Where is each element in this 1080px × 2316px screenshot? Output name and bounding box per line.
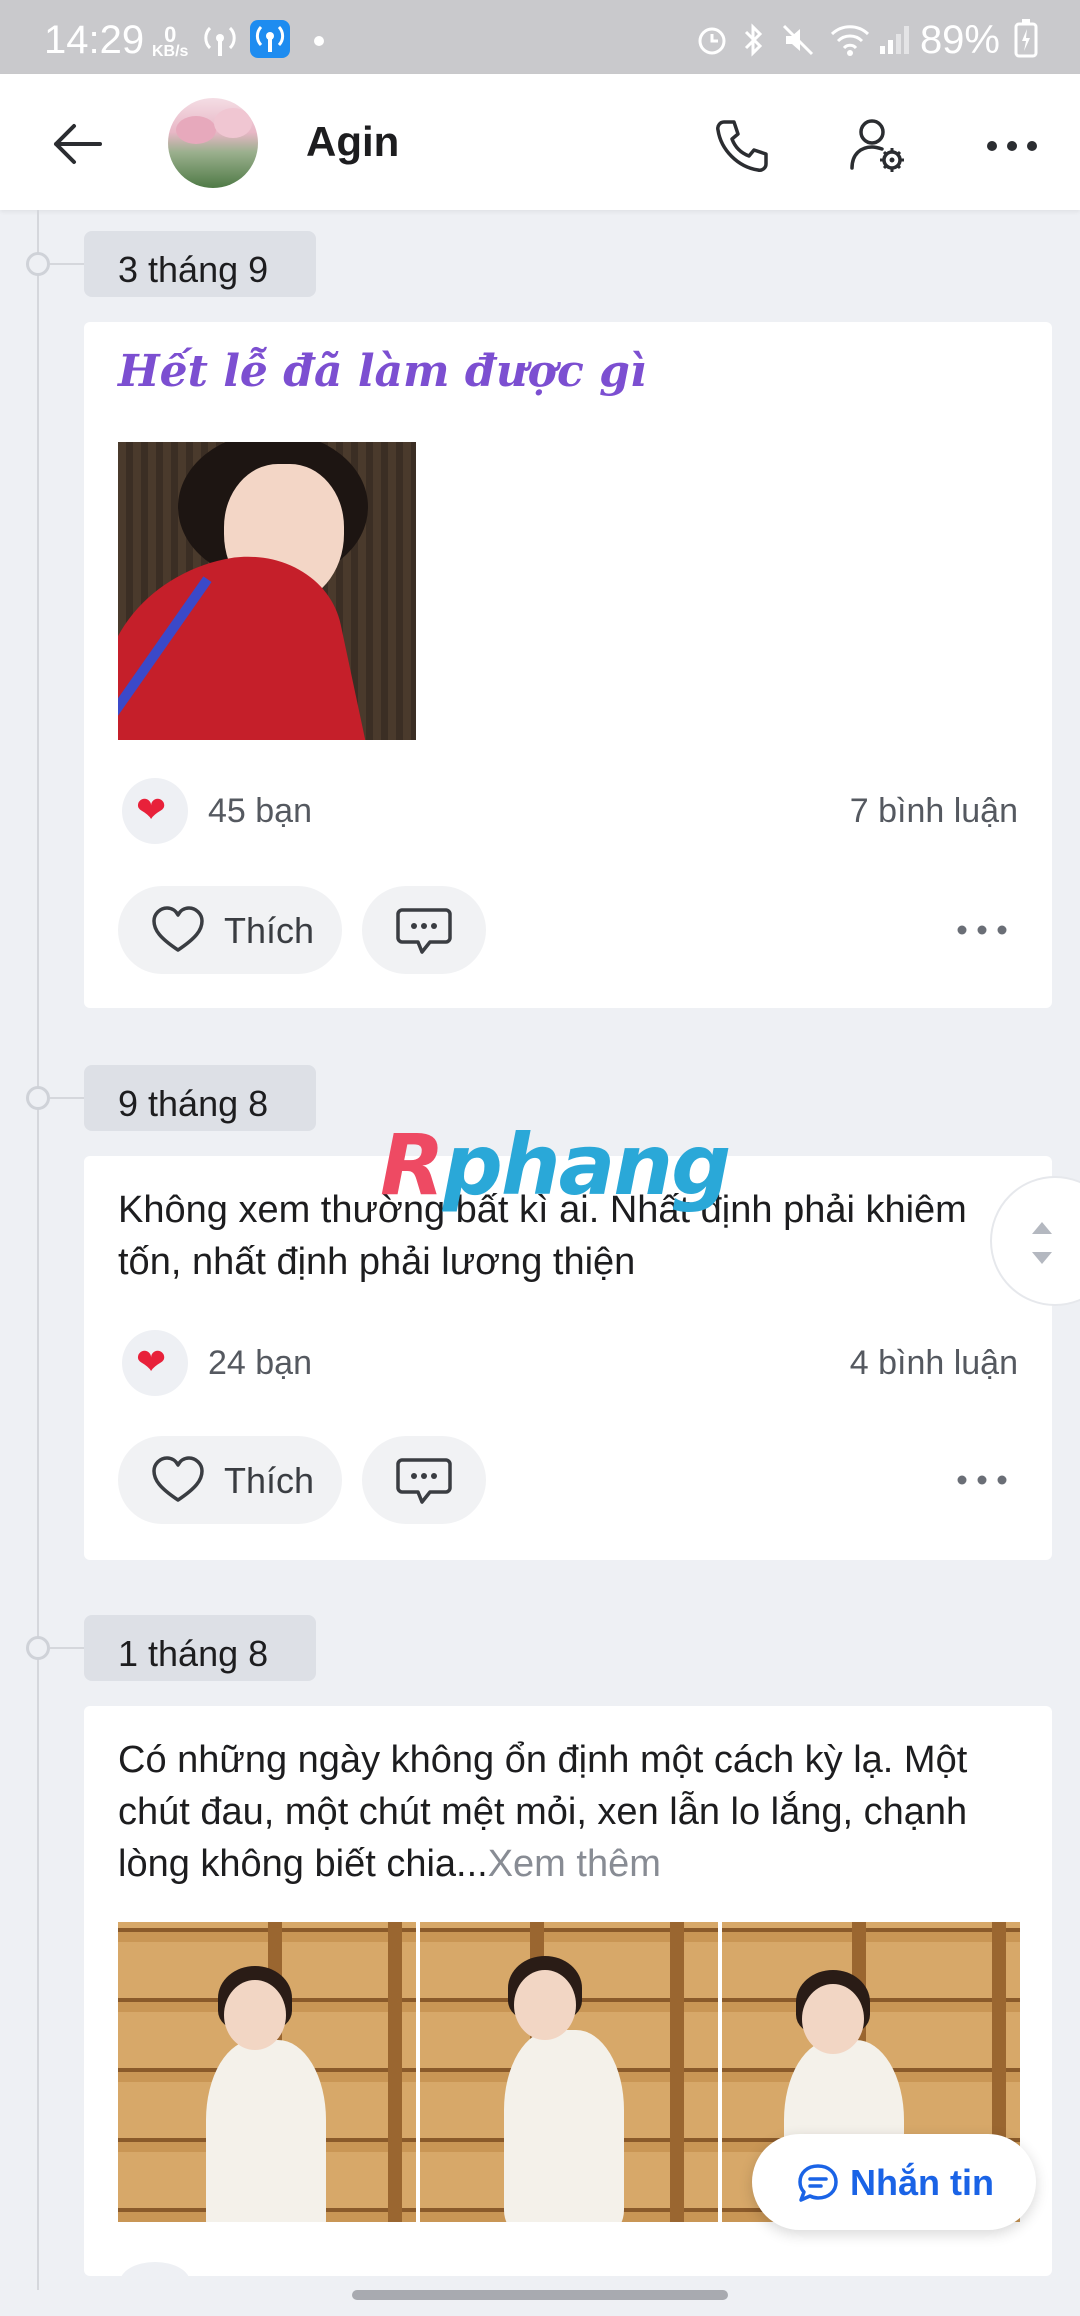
- comment-button[interactable]: [362, 1436, 486, 1524]
- reaction-summary: ❤ 45 bạn 7 bình luận: [118, 778, 1018, 844]
- scroll-down-icon[interactable]: [1032, 1252, 1052, 1264]
- timeline-node: [26, 1086, 50, 1110]
- more-horizontal-icon[interactable]: [980, 114, 1044, 178]
- back-button[interactable]: [48, 114, 108, 174]
- home-indicator[interactable]: [352, 2290, 728, 2300]
- reaction-summary: ❤ 24 bạn 4 bình luận: [118, 1330, 1018, 1396]
- heart-outline-icon: [152, 1456, 204, 1502]
- signal-icon: [880, 26, 909, 54]
- post-date: 9 tháng 8: [84, 1065, 316, 1131]
- send-message-label: Nhắn tin: [850, 2162, 994, 2203]
- gallery-photo[interactable]: [420, 1922, 718, 2222]
- gallery-photo[interactable]: [118, 1922, 416, 2222]
- mute-icon: [782, 24, 814, 56]
- comment-icon: [396, 908, 452, 954]
- timeline-node: [26, 1636, 50, 1660]
- app-header: Agin: [0, 74, 1080, 210]
- contact-name[interactable]: Agin: [306, 118, 399, 166]
- next-post-avatar: [120, 2262, 190, 2302]
- timeline-connector: [50, 1647, 84, 1649]
- status-bar: 14:29 0 KB/s 89%: [0, 0, 1080, 74]
- post-title: Hết lễ đã làm được gì: [118, 346, 647, 397]
- hotspot-active-icon: [250, 20, 290, 58]
- wifi-icon: [830, 25, 870, 56]
- alarm-icon: [698, 27, 726, 55]
- heart-reaction-icon[interactable]: ❤: [122, 1330, 188, 1396]
- heart-reaction-icon[interactable]: ❤: [122, 778, 188, 844]
- battery-charging-icon: [1014, 19, 1038, 58]
- heart-outline-icon: [152, 906, 204, 952]
- net-speed-value: 0: [164, 22, 177, 47]
- reaction-count[interactable]: 45 bạn: [208, 792, 312, 831]
- post-card[interactable]: Hết lễ đã làm được gì ❤ 45 bạn 7 bình lu…: [84, 322, 1052, 1008]
- comment-count[interactable]: 4 bình luận: [850, 1344, 1018, 1383]
- comment-icon: [396, 1458, 452, 1504]
- notification-dot-icon: [314, 36, 324, 46]
- post-more-icon[interactable]: [952, 1462, 1012, 1498]
- post-date: 1 tháng 8: [84, 1615, 316, 1681]
- like-button[interactable]: Thích: [118, 1436, 342, 1524]
- bluetooth-icon: [744, 23, 763, 57]
- like-label: Thích: [224, 910, 315, 951]
- battery-level: 89%: [919, 18, 1000, 62]
- net-speed-unit: KB/s: [152, 43, 189, 60]
- status-time: 14:29: [44, 18, 145, 62]
- hotspot-icon: [204, 26, 236, 56]
- comment-count[interactable]: 7 bình luận: [850, 792, 1018, 831]
- comment-button[interactable]: [362, 886, 486, 974]
- timeline-node: [26, 252, 50, 276]
- user-settings-icon[interactable]: [846, 114, 910, 178]
- timeline-connector: [50, 263, 84, 265]
- post-card[interactable]: Không xem thường bất kì ai. Nhất định ph…: [84, 1156, 1052, 1560]
- net-speed: 0 KB/s: [152, 22, 189, 61]
- post-actions: Thích: [118, 1436, 1018, 1524]
- like-label: Thích: [224, 1460, 315, 1501]
- reaction-count[interactable]: 24 bạn: [208, 1344, 312, 1383]
- phone-icon[interactable]: [710, 114, 774, 178]
- scroll-up-icon[interactable]: [1032, 1222, 1052, 1234]
- timeline-line: [37, 210, 39, 2290]
- avatar[interactable]: [168, 98, 258, 188]
- post-actions: Thích: [118, 886, 1018, 974]
- post-photo[interactable]: [118, 442, 416, 740]
- chat-bubble-icon: [798, 2164, 838, 2202]
- watermark-logo: Rphang: [380, 1116, 731, 1214]
- like-button[interactable]: Thích: [118, 886, 342, 974]
- post-text: Có những ngày không ổn định một cách kỳ …: [118, 1734, 1018, 1890]
- send-message-button[interactable]: Nhắn tin: [752, 2134, 1036, 2230]
- see-more-link[interactable]: Xem thêm: [488, 1843, 661, 1885]
- timeline-connector: [50, 1097, 84, 1099]
- post-more-icon[interactable]: [952, 912, 1012, 948]
- post-date: 3 tháng 9: [84, 231, 316, 297]
